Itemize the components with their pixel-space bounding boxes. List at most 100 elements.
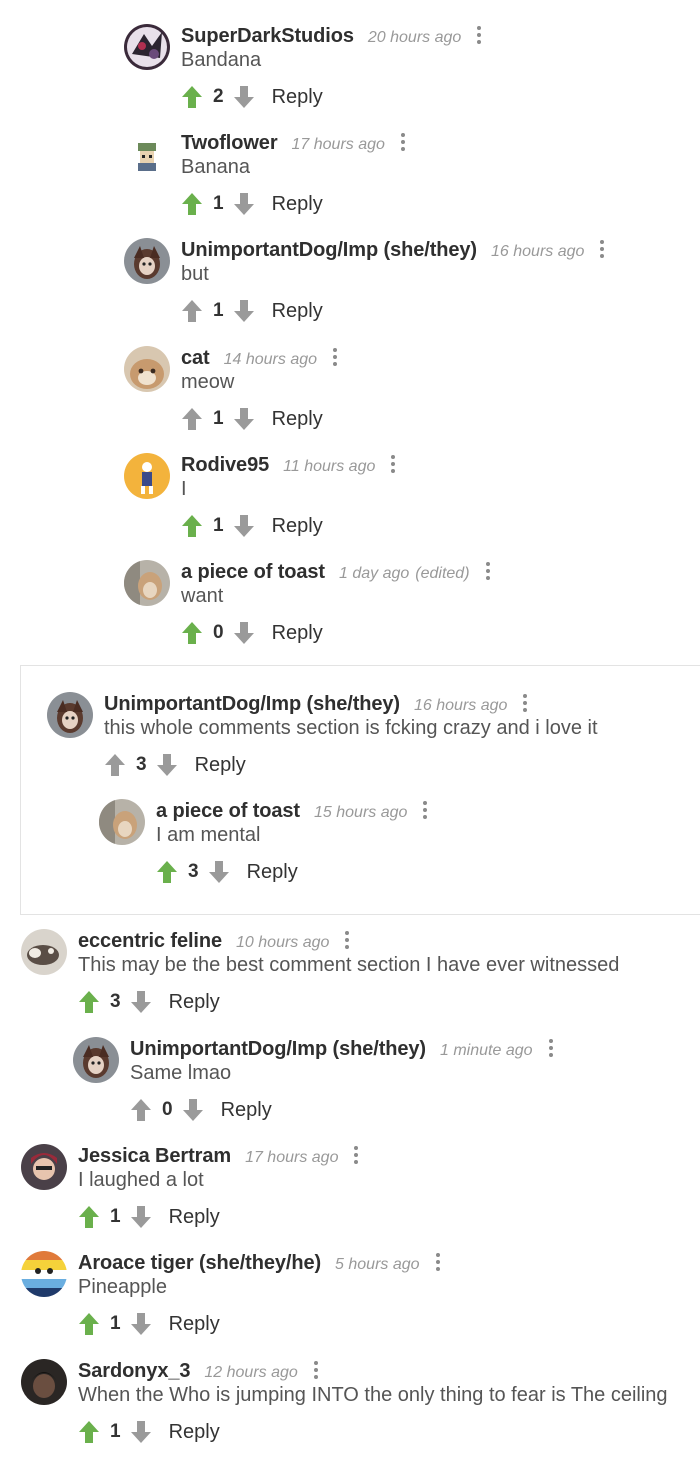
comment-author[interactable]: Jessica Bertram xyxy=(78,1145,231,1168)
downvote-icon[interactable] xyxy=(233,85,255,109)
comment-author[interactable]: cat xyxy=(181,347,210,370)
reply-button[interactable]: Reply xyxy=(169,1313,220,1336)
downvote-icon[interactable] xyxy=(130,1205,152,1229)
downvote-icon[interactable] xyxy=(233,621,255,645)
upvote-icon[interactable] xyxy=(104,753,126,777)
comment-timestamp: 15 hours ago xyxy=(314,804,408,821)
vote-score: 3 xyxy=(136,754,147,775)
upvote-icon[interactable] xyxy=(181,407,203,431)
more-options-icon[interactable] xyxy=(477,26,482,44)
downvote-icon[interactable] xyxy=(233,192,255,216)
downvote-icon[interactable] xyxy=(233,514,255,538)
avatar[interactable] xyxy=(21,1359,67,1405)
vote-score: 1 xyxy=(110,1206,121,1227)
comment-text: Bandana xyxy=(181,49,262,71)
comment-author[interactable]: Twoflower xyxy=(181,132,278,155)
more-options-icon[interactable] xyxy=(523,694,528,712)
vote-score: 2 xyxy=(213,86,224,107)
comment-author[interactable]: UnimportantDog/Imp (she/they) xyxy=(130,1038,426,1061)
comment-author[interactable]: Sardonyx_3 xyxy=(78,1360,190,1383)
avatar[interactable] xyxy=(47,692,93,738)
more-options-icon[interactable] xyxy=(548,1039,553,1057)
comment-author[interactable]: eccentric feline xyxy=(78,930,222,953)
comment-author[interactable]: UnimportantDog/Imp (she/they) xyxy=(181,239,477,262)
upvote-icon[interactable] xyxy=(78,990,100,1014)
downvote-icon[interactable] xyxy=(233,407,255,431)
more-options-icon[interactable] xyxy=(333,348,338,366)
upvote-icon[interactable] xyxy=(156,860,178,884)
avatar[interactable] xyxy=(21,929,67,975)
upvote-icon[interactable] xyxy=(78,1205,100,1229)
comment-timestamp: 17 hours ago xyxy=(245,1149,339,1166)
comment-author[interactable]: Aroace tiger (she/they/he) xyxy=(78,1252,321,1275)
comment-text: I am mental xyxy=(156,824,261,846)
comment-timestamp: 20 hours ago xyxy=(367,29,462,46)
vote-score: 3 xyxy=(110,991,121,1012)
downvote-icon[interactable] xyxy=(182,1098,204,1122)
upvote-icon[interactable] xyxy=(130,1098,152,1122)
reply-button[interactable]: Reply xyxy=(169,1206,220,1229)
comment-timestamp: 14 hours ago xyxy=(223,351,318,368)
reply-button[interactable]: Reply xyxy=(247,861,298,884)
avatar[interactable] xyxy=(21,1251,67,1297)
upvote-icon[interactable] xyxy=(78,1420,100,1444)
downvote-icon[interactable] xyxy=(130,1312,152,1336)
downvote-icon[interactable] xyxy=(208,860,230,884)
more-options-icon[interactable] xyxy=(435,1253,440,1271)
reply-button[interactable]: Reply xyxy=(221,1099,272,1122)
reply-button[interactable]: Reply xyxy=(169,991,220,1014)
reply-button[interactable]: Reply xyxy=(272,515,323,538)
avatar[interactable] xyxy=(124,238,170,284)
comment-timestamp: 11 hours ago xyxy=(283,458,376,475)
more-options-icon[interactable] xyxy=(354,1146,359,1164)
more-options-icon[interactable] xyxy=(485,562,490,580)
comment-timestamp: 1 minute ago xyxy=(440,1042,533,1059)
downvote-icon[interactable] xyxy=(130,990,152,1014)
upvote-icon[interactable] xyxy=(181,621,203,645)
upvote-icon[interactable] xyxy=(181,514,203,538)
comment-text: but xyxy=(181,263,209,285)
downvote-icon[interactable] xyxy=(156,753,178,777)
comment-author[interactable]: Rodive95 xyxy=(181,454,269,477)
more-options-icon[interactable] xyxy=(345,931,350,949)
avatar[interactable] xyxy=(124,560,170,606)
reply-button[interactable]: Reply xyxy=(272,86,323,109)
comment-text: This may be the best comment section I h… xyxy=(78,954,620,976)
more-options-icon[interactable] xyxy=(313,1361,318,1379)
avatar[interactable] xyxy=(99,799,145,845)
vote-score: 0 xyxy=(213,622,224,643)
avatar[interactable] xyxy=(124,24,170,70)
comment-author[interactable]: SuperDarkStudios xyxy=(181,25,354,48)
upvote-icon[interactable] xyxy=(181,299,203,323)
comment-author[interactable]: a piece of toast xyxy=(181,561,325,584)
downvote-icon[interactable] xyxy=(130,1420,152,1444)
comment-author[interactable]: a piece of toast xyxy=(156,800,300,823)
comment-timestamp: 1 day ago xyxy=(339,565,410,582)
reply-button[interactable]: Reply xyxy=(272,622,323,645)
more-options-icon[interactable] xyxy=(400,133,405,151)
upvote-icon[interactable] xyxy=(78,1312,100,1336)
reply-button[interactable]: Reply xyxy=(272,300,323,323)
reply-button[interactable]: Reply xyxy=(169,1421,220,1444)
comment-timestamp: 12 hours ago xyxy=(204,1364,298,1381)
upvote-icon[interactable] xyxy=(181,192,203,216)
reply-button[interactable]: Reply xyxy=(195,754,246,777)
vote-score: 1 xyxy=(213,515,224,536)
reply-button[interactable]: Reply xyxy=(272,408,323,431)
more-options-icon[interactable] xyxy=(391,455,396,473)
avatar[interactable] xyxy=(124,346,170,392)
avatar[interactable] xyxy=(21,1144,67,1190)
avatar[interactable] xyxy=(124,453,170,499)
comment-author[interactable]: UnimportantDog/Imp (she/they) xyxy=(104,693,400,716)
comment-text: Same lmao xyxy=(130,1062,232,1084)
avatar[interactable] xyxy=(124,131,170,177)
vote-score: 1 xyxy=(213,300,224,321)
more-options-icon[interactable] xyxy=(600,240,605,258)
vote-score: 0 xyxy=(162,1099,173,1120)
downvote-icon[interactable] xyxy=(233,299,255,323)
reply-button[interactable]: Reply xyxy=(272,193,323,216)
vote-score: 1 xyxy=(110,1421,121,1442)
avatar[interactable] xyxy=(73,1037,119,1083)
upvote-icon[interactable] xyxy=(181,85,203,109)
more-options-icon[interactable] xyxy=(423,801,428,819)
